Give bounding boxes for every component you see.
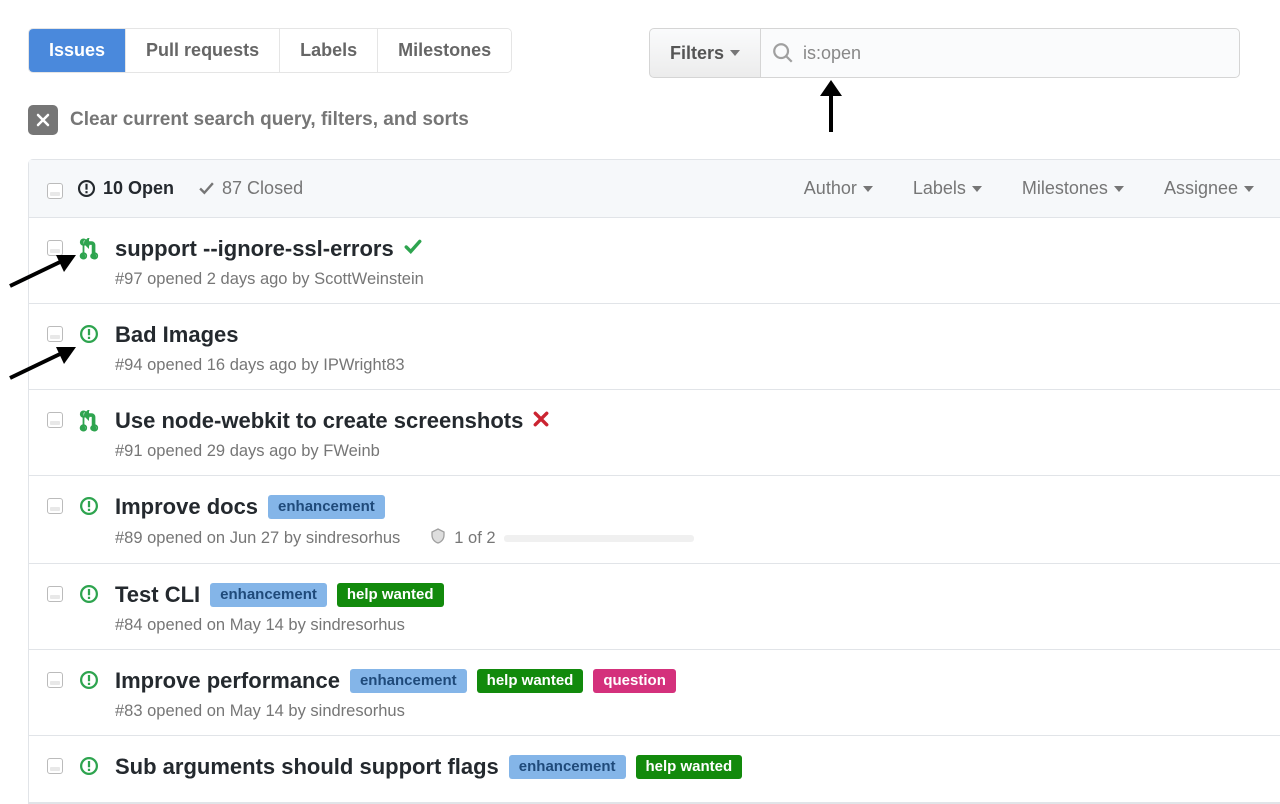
issue-open-icon xyxy=(79,756,99,781)
issue-row: Test CLI enhancement help wanted #84 opened… xyxy=(29,564,1280,650)
select-all-checkbox[interactable] xyxy=(47,183,63,199)
open-count-text: 10 Open xyxy=(103,178,174,199)
issue-body: support --ignore-ssl-errors #97 opened 2 … xyxy=(115,236,424,289)
close-icon[interactable] xyxy=(28,105,58,135)
label-help-wanted[interactable]: help wanted xyxy=(636,755,743,779)
issue-body: Bad Images #94 opened 16 days ago by IPWr… xyxy=(115,322,405,375)
closed-count[interactable]: 87 Closed xyxy=(198,178,303,199)
issue-body: Improve performance enhancement help wante… xyxy=(115,668,676,721)
pull-request-icon xyxy=(79,410,99,437)
label-enhancement[interactable]: enhancement xyxy=(509,755,626,779)
issue-body: Sub arguments should support flags enhanc… xyxy=(115,754,742,788)
issue-title-link[interactable]: Improve docs xyxy=(115,494,258,520)
label-enhancement[interactable]: enhancement xyxy=(210,583,327,607)
issue-title-link[interactable]: Use node-webkit to create screenshots xyxy=(115,408,523,434)
issue-checkbox[interactable] xyxy=(47,412,63,428)
issue-title-link[interactable]: Bad Images xyxy=(115,322,239,348)
issue-checkbox[interactable] xyxy=(47,586,63,602)
issue-open-icon xyxy=(79,670,99,695)
check-icon xyxy=(198,180,215,197)
caret-down-icon xyxy=(1114,186,1124,192)
caret-down-icon xyxy=(730,50,740,56)
open-count[interactable]: 10 Open xyxy=(77,178,174,199)
closed-count-text: 87 Closed xyxy=(222,178,303,199)
open-closed-toggle: 10 Open 87 Closed xyxy=(77,178,303,199)
issue-title-link[interactable]: Sub arguments should support flags xyxy=(115,754,499,780)
issue-row: Improve docs enhancement #89 opened on Jun… xyxy=(29,476,1280,564)
issue-open-icon xyxy=(79,496,99,521)
issue-checkbox[interactable] xyxy=(47,326,63,342)
search-input[interactable] xyxy=(793,43,1224,64)
tab-labels[interactable]: Labels xyxy=(280,29,378,72)
issue-open-icon xyxy=(77,179,96,198)
tab-pull-requests[interactable]: Pull requests xyxy=(126,29,280,72)
issue-row: support --ignore-ssl-errors #97 opened 2 … xyxy=(29,218,1280,304)
issue-row: Use node-webkit to create screenshots #91… xyxy=(29,390,1280,476)
milestone-indicator[interactable]: 1 of 2 xyxy=(430,528,693,549)
issue-title-link[interactable]: support --ignore-ssl-errors xyxy=(115,236,394,262)
issue-meta-text: #89 opened on Jun 27 by sindresorhus xyxy=(115,529,400,548)
main-tabs: Issues Pull requests Labels Milestones xyxy=(28,28,512,73)
issue-title-link[interactable]: Improve performance xyxy=(115,668,340,694)
issues-list: 10 Open 87 Closed Author Labels Mileston… xyxy=(28,159,1280,804)
issue-open-icon xyxy=(79,324,99,349)
label-enhancement[interactable]: enhancement xyxy=(350,669,467,693)
clear-search-row[interactable]: Clear current search query, filters, and… xyxy=(28,105,1280,135)
caret-down-icon xyxy=(972,186,982,192)
issue-checkbox[interactable] xyxy=(47,758,63,774)
filter-milestones[interactable]: Milestones xyxy=(1022,178,1124,199)
issue-row: Sub arguments should support flags enhanc… xyxy=(29,736,1280,803)
label-help-wanted[interactable]: help wanted xyxy=(337,583,444,607)
caret-down-icon xyxy=(863,186,873,192)
filter-labels[interactable]: Labels xyxy=(913,178,982,199)
milestone-text: 1 of 2 xyxy=(454,529,495,548)
issue-body: Test CLI enhancement help wanted #84 opened… xyxy=(115,582,444,635)
tab-issues[interactable]: Issues xyxy=(29,29,126,72)
issue-checkbox[interactable] xyxy=(47,240,63,256)
issue-meta-text: #83 opened on May 14 by sindresorhus xyxy=(115,702,405,721)
clear-search-text: Clear current search query, filters, and… xyxy=(70,109,469,131)
label-question[interactable]: question xyxy=(593,669,676,693)
filters-dropdown-button[interactable]: Filters xyxy=(649,28,760,78)
issue-checkbox[interactable] xyxy=(47,672,63,688)
issue-meta-text: #94 opened 16 days ago by IPWright83 xyxy=(115,356,405,375)
issue-title-link[interactable]: Test CLI xyxy=(115,582,200,608)
issue-row: Bad Images #94 opened 16 days ago by IPWr… xyxy=(29,304,1280,390)
filter-assignee[interactable]: Assignee xyxy=(1164,178,1254,199)
label-enhancement[interactable]: enhancement xyxy=(268,495,385,519)
issue-meta-text: #97 opened 2 days ago by ScottWeinstein xyxy=(115,270,424,289)
filter-author[interactable]: Author xyxy=(804,178,873,199)
label-help-wanted[interactable]: help wanted xyxy=(477,669,584,693)
list-filter-dropdowns: Author Labels Milestones Assignee xyxy=(804,178,1262,199)
status-pass-icon xyxy=(404,238,422,261)
status-fail-icon xyxy=(533,411,549,432)
issue-body: Improve docs enhancement #89 opened on Jun… xyxy=(115,494,694,549)
milestone-progress-bar xyxy=(504,535,694,542)
tab-milestones[interactable]: Milestones xyxy=(378,29,511,72)
issue-checkbox[interactable] xyxy=(47,498,63,514)
search-field-wrap xyxy=(760,28,1240,78)
issue-body: Use node-webkit to create screenshots #91… xyxy=(115,408,549,461)
issue-open-icon xyxy=(79,584,99,609)
caret-down-icon xyxy=(1244,186,1254,192)
issue-meta-text: #91 opened 29 days ago by FWeinb xyxy=(115,442,380,461)
search-icon xyxy=(773,43,793,63)
issue-meta-text: #84 opened on May 14 by sindresorhus xyxy=(115,616,405,635)
filters-label: Filters xyxy=(670,43,724,64)
filter-search-bar: Filters xyxy=(649,28,1240,78)
issues-list-header: 10 Open 87 Closed Author Labels Mileston… xyxy=(29,160,1280,218)
pull-request-icon xyxy=(79,238,99,265)
milestone-icon xyxy=(430,528,446,549)
issue-row: Improve performance enhancement help wante… xyxy=(29,650,1280,736)
